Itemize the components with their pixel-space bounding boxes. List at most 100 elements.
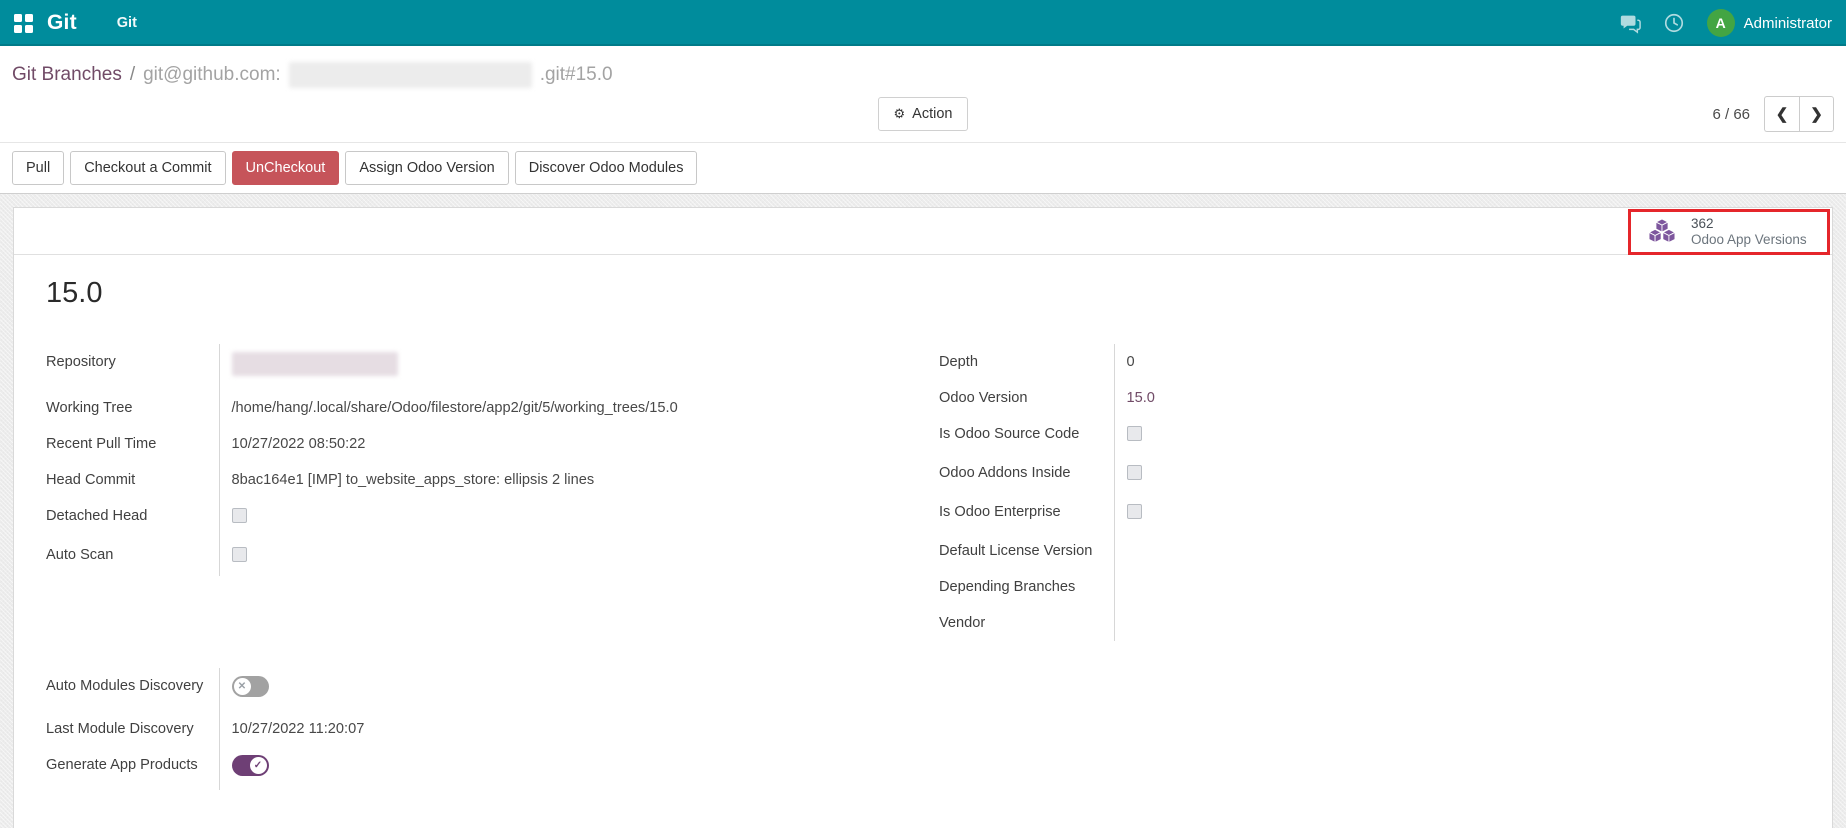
nav-menu-git[interactable]: Git xyxy=(107,2,147,44)
breadcrumb: Git Branches / git@github.com: .git#15.0 xyxy=(12,56,1834,92)
odoo-version-link[interactable]: 15.0 xyxy=(1114,380,1234,416)
field-label: Last Module Discovery xyxy=(46,711,220,747)
field-label: Generate App Products xyxy=(46,747,220,790)
breadcrumb-separator: / xyxy=(129,64,136,85)
is-odoo-source-code-checkbox[interactable] xyxy=(1126,426,1142,441)
field-row-depending-branches: Depending Branches xyxy=(939,569,1234,605)
field-value: 8bac164e1 [IMP] to_website_apps_store: e… xyxy=(231,472,595,488)
field-label: Odoo Addons Inside xyxy=(939,455,1115,494)
field-value: /home/hang/.local/share/Odoo/filestore/a… xyxy=(231,400,678,416)
form-statusbar: Pull Checkout a Commit UnCheckout Assign… xyxy=(0,142,1846,194)
avatar: A xyxy=(1706,9,1735,37)
activities-clock-icon[interactable] xyxy=(1663,12,1685,34)
field-label: Head Commit xyxy=(46,462,220,498)
user-menu[interactable]: A Administrator xyxy=(1706,9,1832,37)
field-row-detached-head: Detached Head xyxy=(46,498,678,537)
action-button[interactable]: ⚙ Action xyxy=(877,97,969,131)
field-row-head-commit: Head Commit 8bac164e1 [IMP] to_website_a… xyxy=(46,462,678,498)
field-label: Recent Pull Time xyxy=(46,426,220,462)
field-row-last-module-discovery: Last Module Discovery 10/27/2022 11:20:0… xyxy=(46,711,364,747)
field-label: Odoo Version xyxy=(939,380,1115,416)
discover-odoo-modules-button[interactable]: Discover Odoo Modules xyxy=(514,151,698,185)
field-value xyxy=(1114,533,1234,569)
breadcrumb-parent-link[interactable]: Git Branches xyxy=(12,64,122,86)
pull-button[interactable]: Pull xyxy=(12,151,65,185)
field-label: Depending Branches xyxy=(939,569,1115,605)
checkout-commit-button[interactable]: Checkout a Commit xyxy=(70,151,226,185)
stat-count: 362 xyxy=(1691,216,1714,231)
field-label: Repository xyxy=(46,344,220,390)
is-odoo-enterprise-checkbox[interactable] xyxy=(1126,504,1142,519)
pager-previous-button[interactable]: ❮ xyxy=(1764,96,1799,132)
field-row-depth: Depth 0 xyxy=(939,344,1234,380)
field-row-is-odoo-source-code: Is Odoo Source Code xyxy=(939,416,1234,455)
breadcrumb-current-suffix: .git#15.0 xyxy=(539,64,613,85)
field-value xyxy=(1114,605,1234,641)
assign-odoo-version-button[interactable]: Assign Odoo Version xyxy=(345,151,509,185)
field-value: 10/27/2022 08:50:22 xyxy=(231,436,366,452)
gear-icon: ⚙ xyxy=(893,106,906,121)
group-left-top: Repository Working Tree /home/hang/.loca… xyxy=(46,344,678,576)
record-title: 15.0 xyxy=(46,277,103,309)
apps-grid-dot xyxy=(25,13,33,22)
field-label: Auto Scan xyxy=(46,537,220,576)
field-row-recent-pull-time: Recent Pull Time 10/27/2022 08:50:22 xyxy=(46,426,678,462)
field-row-generate-app-products: Generate App Products ✓ xyxy=(46,747,364,790)
pager-count: 6 / 66 xyxy=(1712,105,1750,123)
auto-scan-checkbox[interactable] xyxy=(231,547,247,562)
button-box-row: 362 Odoo App Versions xyxy=(14,208,1832,255)
field-label: Is Odoo Enterprise xyxy=(939,494,1115,533)
field-row-odoo-version: Odoo Version 15.0 xyxy=(939,380,1234,416)
field-row-repository: Repository xyxy=(46,344,678,390)
field-row-odoo-addons-inside: Odoo Addons Inside xyxy=(939,455,1234,494)
field-row-is-odoo-enterprise: Is Odoo Enterprise xyxy=(939,494,1234,533)
generate-app-products-toggle-on[interactable]: ✓ xyxy=(231,755,269,776)
apps-grid-dot xyxy=(14,24,22,33)
field-row-vendor: Vendor xyxy=(939,605,1234,641)
field-value xyxy=(1114,569,1234,605)
auto-modules-discovery-toggle-off[interactable]: ✕ xyxy=(231,676,269,697)
toggle-x-icon: ✕ xyxy=(233,678,251,695)
form-sheet: 362 Odoo App Versions 15.0 Repository Wo… xyxy=(13,207,1833,828)
control-panel: Git Branches / git@github.com: .git#15.0… xyxy=(0,46,1846,142)
odoo-app-versions-stat-button[interactable]: 362 Odoo App Versions xyxy=(1628,209,1830,255)
right-column: Depth 0 Odoo Version 15.0 Is Odoo Source… xyxy=(939,344,1812,641)
chevron-right-icon: ❯ xyxy=(1810,106,1823,123)
odoo-addons-inside-checkbox[interactable] xyxy=(1126,465,1142,480)
field-row-working-tree: Working Tree /home/hang/.local/share/Odo… xyxy=(46,390,678,426)
apps-grid-dot xyxy=(14,13,22,22)
app-brand[interactable]: Git xyxy=(47,11,77,35)
field-label: Working Tree xyxy=(46,390,220,426)
field-value: 0 xyxy=(1126,354,1135,370)
left-column: Repository Working Tree /home/hang/.loca… xyxy=(46,344,939,790)
field-row-auto-scan: Auto Scan xyxy=(46,537,678,576)
field-label: Depth xyxy=(939,344,1115,380)
field-zone: Repository Working Tree /home/hang/.loca… xyxy=(14,344,1832,790)
content-background: 362 Odoo App Versions 15.0 Repository Wo… xyxy=(0,194,1846,828)
field-row-default-license-version: Default License Version xyxy=(939,533,1234,569)
cubes-icon xyxy=(1648,218,1676,243)
chevron-left-icon: ❮ xyxy=(1775,106,1789,123)
user-name: Administrator xyxy=(1743,14,1832,32)
action-button-label: Action xyxy=(912,106,953,122)
group-right-top: Depth 0 Odoo Version 15.0 Is Odoo Source… xyxy=(939,344,1234,641)
group-left-bottom: Auto Modules Discovery ✕ Last Module Dis… xyxy=(46,668,364,790)
detached-head-checkbox[interactable] xyxy=(231,508,247,523)
pager-next-button[interactable]: ❯ xyxy=(1799,96,1834,132)
stat-label: Odoo App Versions xyxy=(1691,232,1807,247)
top-navbar: Git Git A Administrator xyxy=(0,0,1846,46)
uncheckout-button[interactable]: UnCheckout xyxy=(231,151,340,185)
field-label: Is Odoo Source Code xyxy=(939,416,1115,455)
field-row-auto-modules-discovery: Auto Modules Discovery ✕ xyxy=(46,668,364,711)
apps-grid-dot xyxy=(25,24,33,33)
toggle-check-icon: ✓ xyxy=(249,757,267,774)
field-label: Auto Modules Discovery xyxy=(46,668,220,711)
messages-icon[interactable] xyxy=(1619,12,1641,34)
field-label: Detached Head xyxy=(46,498,220,537)
apps-grid-icon[interactable] xyxy=(14,13,33,33)
field-value: 10/27/2022 11:20:07 xyxy=(231,721,365,737)
breadcrumb-current-prefix: git@github.com: xyxy=(143,64,281,85)
field-label: Vendor xyxy=(939,605,1115,641)
field-label: Default License Version xyxy=(939,533,1115,569)
breadcrumb-redacted-block xyxy=(288,62,532,88)
